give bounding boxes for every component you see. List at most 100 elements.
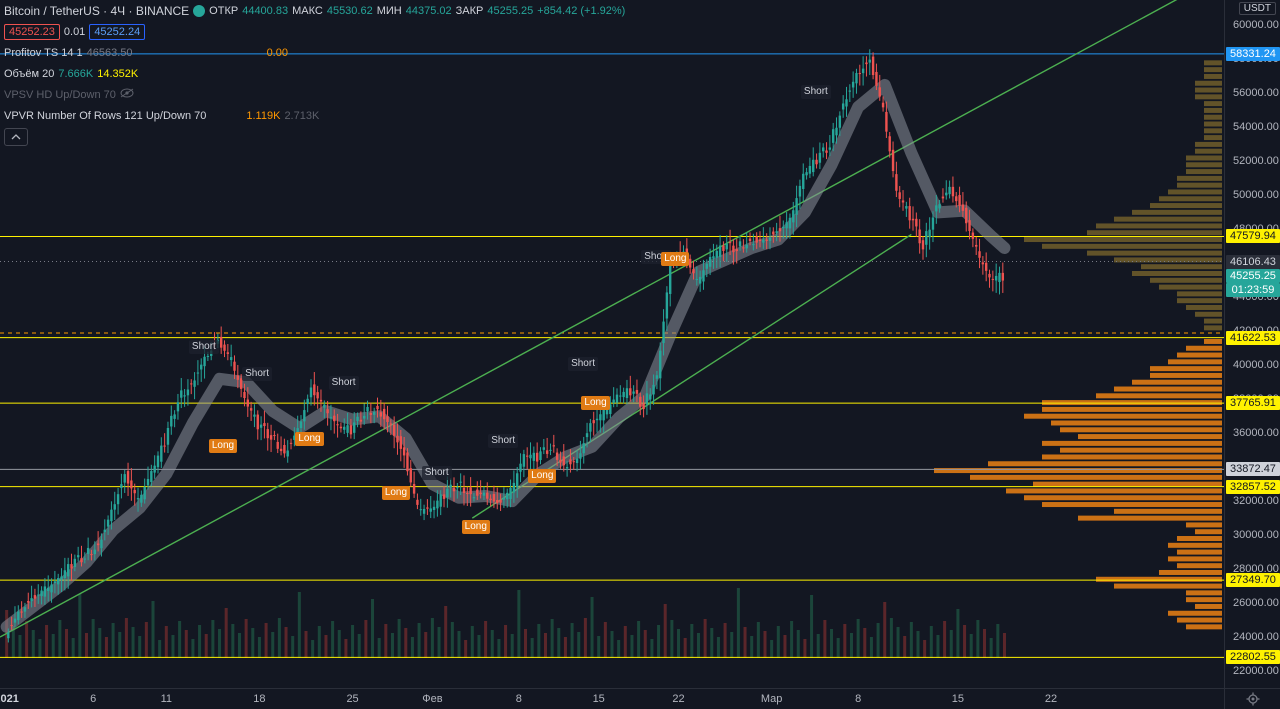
volume-profile-bar bbox=[1078, 434, 1222, 440]
volume-bar bbox=[184, 630, 188, 658]
volume-bar bbox=[557, 628, 561, 658]
settings-button[interactable] bbox=[1224, 688, 1280, 709]
volume-bar bbox=[889, 618, 893, 658]
candle-body bbox=[722, 245, 725, 251]
price-tag: 32857.52 bbox=[1226, 479, 1280, 494]
volume-bar bbox=[490, 630, 494, 658]
volume-profile-bar bbox=[1177, 536, 1222, 542]
candle-body bbox=[529, 454, 532, 459]
volume-profile-bar bbox=[1204, 338, 1222, 344]
volume-profile-bar bbox=[1042, 454, 1222, 460]
candle-body bbox=[66, 564, 70, 577]
short-signal-label: Short bbox=[488, 433, 519, 448]
volume-profile-bar bbox=[1186, 345, 1222, 351]
volume-bar bbox=[251, 628, 255, 658]
time-tick-label: 22 bbox=[1044, 693, 1058, 705]
volume-bar bbox=[371, 599, 375, 658]
volume-bar bbox=[284, 627, 288, 658]
buy-button[interactable]: 45252.24 bbox=[89, 23, 146, 40]
ohlc-open-value: 44400.83 bbox=[242, 4, 289, 17]
candle-body bbox=[629, 388, 632, 396]
volume-profile-bar bbox=[1177, 291, 1222, 297]
eye-hidden-icon[interactable] bbox=[120, 88, 134, 101]
indicator-row-vpvr[interactable]: VPVR Number Of Rows 121 Up/Down 70 1.119… bbox=[4, 105, 625, 126]
candle-body bbox=[283, 444, 286, 454]
indicator-row-vpsv[interactable]: VPSV HD Up/Down 70 bbox=[4, 84, 625, 105]
candle-body bbox=[396, 435, 399, 443]
time-tick-label: 11 bbox=[160, 693, 173, 705]
candle-body bbox=[402, 447, 406, 456]
indicator-row-volume[interactable]: Объём 20 7.666K 14.352K bbox=[4, 63, 625, 84]
candle-body bbox=[875, 71, 878, 86]
volume-bar bbox=[151, 601, 155, 658]
volume-bar bbox=[989, 638, 993, 658]
candle-body bbox=[925, 231, 928, 245]
candle-body bbox=[382, 408, 386, 420]
candle-body bbox=[123, 474, 126, 483]
candle-body bbox=[549, 449, 552, 451]
candle-body bbox=[27, 601, 30, 603]
long-signal-label: Long bbox=[661, 251, 690, 266]
candle-body bbox=[868, 59, 871, 63]
candle-body bbox=[346, 425, 349, 433]
time-tick-label: 8 bbox=[515, 693, 522, 705]
volume-bar bbox=[138, 636, 142, 658]
indicator-row-profitov[interactable]: Profitov TS 14 1 46563.50 0.00 bbox=[4, 42, 625, 63]
market-status-icon[interactable] bbox=[193, 4, 206, 17]
volume-bar bbox=[869, 637, 873, 658]
candle-body bbox=[695, 278, 699, 280]
candle-body bbox=[449, 484, 452, 488]
volume-profile-bar bbox=[1177, 175, 1222, 181]
volume-bar bbox=[796, 630, 800, 658]
volume-bar bbox=[51, 634, 55, 658]
volume-bar bbox=[457, 631, 461, 658]
collapse-legend-button[interactable] bbox=[4, 127, 28, 146]
time-axis[interactable]: 2021 6 11 18 25 Фев 8 15 22 Мар 8 15 22 bbox=[0, 688, 1224, 709]
candle-body bbox=[569, 459, 572, 465]
volume-profile-bar bbox=[1042, 400, 1222, 406]
candle-body bbox=[219, 336, 223, 348]
symbol-title[interactable]: Bitcoin / TetherUS · 4Ч · BINANCE bbox=[4, 4, 189, 18]
volume-bar bbox=[736, 588, 740, 658]
volume-profile-bar bbox=[1195, 529, 1222, 535]
candle-body bbox=[778, 228, 782, 232]
price-axis[interactable]: USDT 60000.0058000.0056000.0054000.00520… bbox=[1224, 0, 1280, 688]
candle-body bbox=[718, 245, 722, 258]
candle-body bbox=[153, 465, 156, 473]
candle-body bbox=[775, 231, 778, 233]
candle-body bbox=[735, 249, 738, 252]
candle-body bbox=[286, 450, 289, 457]
volume-bar bbox=[763, 631, 767, 658]
volume-bar bbox=[231, 624, 235, 658]
candle-body bbox=[562, 456, 565, 466]
sell-button[interactable]: 45252.23 bbox=[4, 23, 60, 40]
volume-profile-bar bbox=[1168, 359, 1222, 365]
candle-body bbox=[955, 196, 958, 202]
volume-bar bbox=[670, 620, 674, 658]
candle-body bbox=[53, 581, 57, 584]
volume-bar bbox=[317, 626, 321, 658]
volume-bar bbox=[617, 640, 621, 658]
volume-bar bbox=[144, 622, 148, 658]
currency-button[interactable]: USDT bbox=[1238, 2, 1276, 15]
candle-body bbox=[619, 395, 622, 397]
candle-body bbox=[392, 424, 396, 436]
volume-bar bbox=[224, 608, 228, 658]
spread-value: 0.01 bbox=[63, 25, 86, 38]
volume-bar bbox=[909, 622, 913, 658]
volume-profile-bar bbox=[1186, 522, 1222, 528]
volume-bar bbox=[603, 622, 607, 658]
volume-profile-bar bbox=[1024, 495, 1222, 501]
volume-bar bbox=[211, 620, 215, 658]
candle-body bbox=[106, 519, 110, 527]
candle-body bbox=[755, 236, 758, 243]
volume-bar bbox=[903, 636, 907, 658]
candle-body bbox=[429, 508, 432, 512]
candle-body bbox=[313, 384, 316, 396]
ohlc-low-value: 44375.02 bbox=[405, 4, 452, 17]
volume-bar bbox=[218, 629, 222, 658]
candle-body bbox=[343, 426, 346, 430]
volume-bar bbox=[810, 595, 814, 658]
candle-body bbox=[961, 204, 965, 211]
volume-profile-bar bbox=[988, 461, 1222, 467]
